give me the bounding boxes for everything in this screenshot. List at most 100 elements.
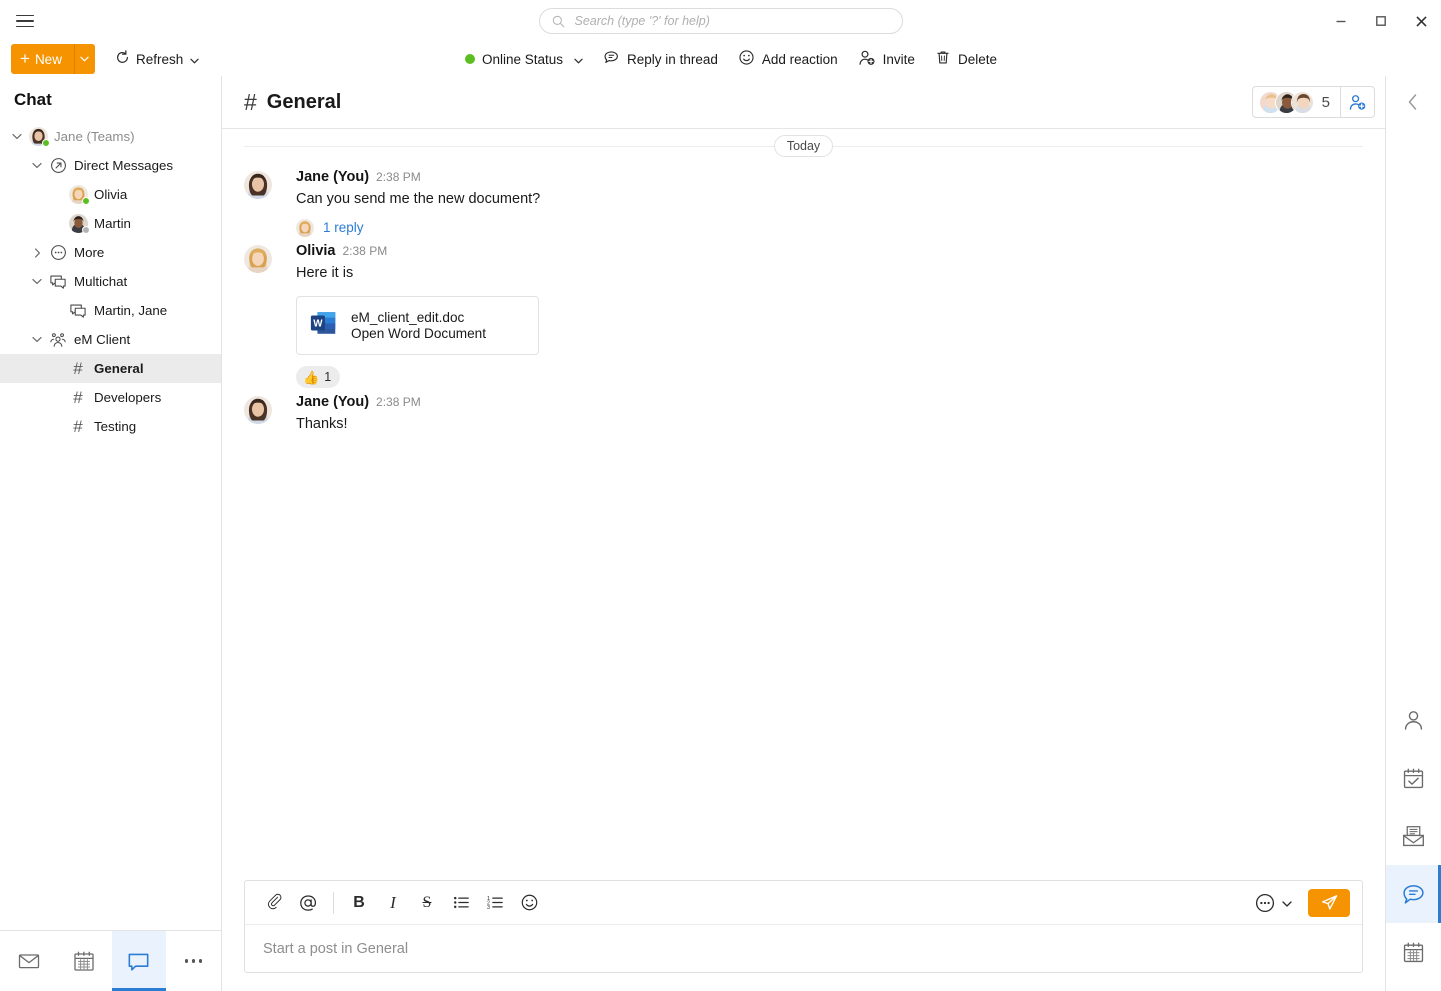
more-circle-icon (50, 244, 67, 261)
add-reaction-button[interactable]: Add reaction (728, 45, 848, 73)
sidebar-item-label: Olivia (90, 187, 127, 202)
sidebar-item-martin-jane[interactable]: Martin, Jane (0, 296, 221, 325)
sidebar-item-olivia[interactable]: Olivia (0, 180, 221, 209)
composer-more-button[interactable] (1250, 892, 1296, 914)
online-status-button[interactable]: Online Status (455, 45, 593, 73)
add-reaction-label: Add reaction (762, 52, 838, 67)
panel-title: Chat (0, 76, 221, 120)
thread-reply-row[interactable]: 1 reply (296, 210, 1363, 237)
rail-item-tasks[interactable] (1386, 749, 1441, 807)
rail-item-calendar[interactable] (1386, 923, 1441, 981)
thumbs-up-icon: 👍 (303, 371, 319, 384)
refresh-icon (115, 50, 130, 68)
send-button[interactable] (1308, 889, 1350, 917)
message-time: 2:38 PM (376, 170, 421, 184)
invite-button[interactable]: Invite (848, 45, 925, 73)
avatar (69, 185, 88, 204)
member-pill[interactable]: 5 (1252, 86, 1375, 118)
minimize-button[interactable] (1321, 0, 1361, 42)
sidebar-item-general[interactable]: #General (0, 354, 221, 383)
attachment-filename: eM_client_edit.doc (351, 310, 486, 325)
sidebar-item-em-client[interactable]: eM Client (0, 325, 221, 354)
title-bar (0, 0, 1441, 42)
reaction-pill[interactable]: 👍1 (296, 366, 340, 388)
sidebar-item-label: More (70, 245, 104, 260)
sidebar-item-multichat[interactable]: Multichat (0, 267, 221, 296)
new-button[interactable]: + New (11, 44, 95, 74)
composer-box: B I S (244, 880, 1363, 973)
chevron-down-icon[interactable] (190, 52, 199, 67)
refresh-button[interactable]: Refresh (109, 45, 205, 73)
sidebar-item-label: eM Client (70, 332, 130, 347)
message-time: 2:38 PM (376, 395, 421, 409)
reply-in-thread-label: Reply in thread (627, 52, 718, 67)
attachment-action: Open Word Document (351, 326, 486, 341)
message-time: 2:38 PM (343, 244, 388, 258)
bold-icon[interactable]: B (342, 886, 376, 920)
attachment-card[interactable]: WeM_client_edit.docOpen Word Document (296, 296, 539, 355)
messages-container: Jane (You)2:38 PMCan you send me the new… (244, 163, 1363, 435)
chevron-down-icon (574, 52, 583, 67)
rail-item-chat[interactable] (1386, 865, 1441, 923)
calendar-icon (72, 949, 96, 973)
delete-button[interactable]: Delete (925, 45, 1007, 73)
hash-icon: # (66, 389, 90, 406)
search-box[interactable] (539, 8, 903, 34)
sidebar-item-testing[interactable]: #Testing (0, 412, 221, 441)
hamburger-menu-icon[interactable] (4, 0, 46, 42)
invitations-icon (1401, 824, 1426, 849)
collapse-panel-button[interactable] (1385, 78, 1441, 126)
maximize-button[interactable] (1361, 0, 1401, 42)
message-author: Olivia (296, 243, 336, 259)
avatar (66, 185, 90, 204)
attach-icon[interactable] (257, 886, 291, 920)
message-author: Jane (You) (296, 394, 369, 410)
chevron-right-icon (34, 248, 41, 258)
composer-input[interactable] (261, 940, 1346, 958)
rail-item-invitations[interactable] (1386, 807, 1441, 865)
bullet-list-icon[interactable] (444, 886, 478, 920)
message-content: Jane (You)2:38 PMCan you send me the new… (277, 169, 1363, 237)
status-dot-icon (465, 54, 475, 64)
add-member-button[interactable] (1340, 86, 1374, 118)
emoji-icon[interactable] (512, 886, 546, 920)
sidebar-item-label: Martin, Jane (90, 303, 167, 318)
bottom-nav-chat[interactable] (112, 931, 167, 991)
message-author: Jane (You) (296, 169, 369, 185)
hash-icon: # (73, 389, 82, 406)
message-content: Olivia2:38 PMHere it isWeM_client_edit.d… (277, 243, 1363, 389)
presence-indicator (82, 197, 90, 205)
invite-person-icon (858, 49, 876, 70)
sidebar-item-developers[interactable]: #Developers (0, 383, 221, 412)
more-circle-icon (1254, 892, 1276, 914)
strikethrough-icon[interactable]: S (410, 886, 444, 920)
sidebar-item-martin[interactable]: Martin (0, 209, 221, 238)
new-button-dropdown[interactable] (74, 44, 95, 74)
italic-icon[interactable]: I (376, 886, 410, 920)
thread-reply-link[interactable]: 1 reply (323, 220, 364, 235)
twisty-collapsed[interactable] (28, 248, 46, 258)
bottom-nav-calendar[interactable] (57, 931, 112, 991)
twisty-expanded[interactable] (8, 133, 26, 140)
reply-in-thread-button[interactable]: Reply in thread (593, 45, 728, 73)
rail-item-contacts[interactable] (1386, 691, 1441, 749)
numbered-list-icon[interactable]: 1 2 3 (478, 886, 512, 920)
mention-icon[interactable] (291, 886, 325, 920)
twisty-expanded[interactable] (28, 278, 46, 285)
new-button-main[interactable]: + New (11, 44, 74, 74)
sidebar-item-direct-messages[interactable]: Direct Messages (0, 151, 221, 180)
main-body: Chat Jane (Teams)Direct Messages Olivia Ma… (0, 76, 1441, 991)
twisty-expanded[interactable] (28, 336, 46, 343)
twisty-expanded[interactable] (28, 162, 46, 169)
search-icon (552, 15, 565, 28)
bottom-nav-mail[interactable] (2, 931, 57, 991)
reply-thread-icon (603, 49, 620, 69)
sidebar-item-more[interactable]: More (0, 238, 221, 267)
sidebar-item-jane-teams[interactable]: Jane (Teams) (0, 122, 221, 151)
trash-icon (935, 49, 951, 69)
bottom-nav-more[interactable] (166, 931, 221, 991)
word-document-icon: W (309, 308, 339, 343)
search-input[interactable] (573, 13, 890, 29)
close-button[interactable] (1401, 0, 1441, 42)
smiley-icon (738, 49, 755, 69)
